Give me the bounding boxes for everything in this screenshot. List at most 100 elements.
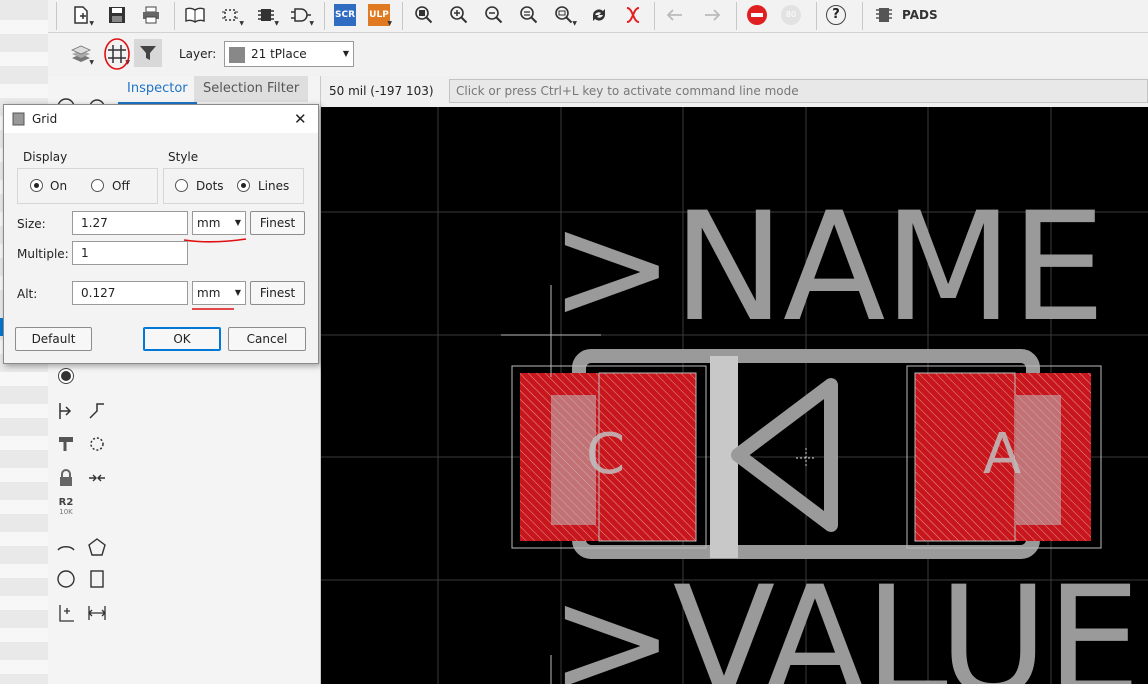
smd-tool-icon[interactable] xyxy=(55,365,77,387)
layer-select[interactable]: 21 tPlace ▼ xyxy=(224,41,354,67)
schematic-switch-icon[interactable]: ▼ xyxy=(218,2,244,28)
layer-swatch xyxy=(229,46,245,63)
redo-icon[interactable] xyxy=(698,2,724,28)
display-off-label: Off xyxy=(112,179,130,193)
display-group-label: Display xyxy=(23,150,68,164)
dialog-app-icon xyxy=(12,112,25,126)
alt-unit-arrow-icon: ▼ xyxy=(234,288,241,297)
via-tool-icon[interactable] xyxy=(86,433,108,455)
footprint-canvas[interactable]: >NAME >VALUE C A xyxy=(321,107,1148,684)
display-off-radio[interactable] xyxy=(91,179,104,192)
script-button[interactable]: SCR xyxy=(332,2,358,28)
style-dots-label: Dots xyxy=(196,179,224,193)
redraw-icon[interactable] xyxy=(586,2,612,28)
zoom-fit-icon[interactable] xyxy=(411,2,437,28)
grid-highlight-annotation xyxy=(104,38,130,70)
zoom-out-icon[interactable] xyxy=(481,2,507,28)
layer-dropdown-arrow-icon: ▼ xyxy=(342,49,349,58)
name-value-tool[interactable]: R2 10K xyxy=(55,496,77,518)
default-button[interactable]: Default xyxy=(15,327,92,351)
undo-icon[interactable] xyxy=(663,2,689,28)
display-on-label: On xyxy=(50,179,68,193)
alt-finest-button[interactable]: Finest xyxy=(250,281,305,305)
grid-coordinate-readout: 50 mil (-197 103) xyxy=(329,84,434,98)
tab-inspector[interactable]: Inspector xyxy=(118,76,197,104)
ratsnest-icon[interactable] xyxy=(620,2,646,28)
size-unit-arrow-icon: ▼ xyxy=(234,218,241,227)
ulp-button[interactable]: ULP ▼ xyxy=(366,2,392,28)
filter-icon[interactable] xyxy=(134,39,162,67)
size-unit-select[interactable]: mm ▼ xyxy=(192,211,246,235)
secondary-toolbar: ▼ ▼ Layer: 21 tPlace ▼ xyxy=(48,33,1148,77)
size-input[interactable]: 1.27 xyxy=(72,211,188,235)
size-unit-annotation xyxy=(183,238,247,243)
zoom-previous-icon[interactable] xyxy=(516,2,542,28)
name-placeholder-text: >NAME xyxy=(549,181,1106,355)
grid-dialog: Grid ✕ Display On Off Style Dots Lines S… xyxy=(3,104,319,364)
zoom-in-icon[interactable] xyxy=(446,2,472,28)
save-icon[interactable] xyxy=(104,2,130,28)
size-unit-value: mm xyxy=(197,216,221,230)
ok-button[interactable]: OK xyxy=(143,327,221,351)
alt-unit-annotation xyxy=(192,308,234,310)
library-book-icon[interactable] xyxy=(182,2,208,28)
lock-tool-icon[interactable] xyxy=(55,467,77,489)
pads-icon xyxy=(876,8,892,22)
style-dots-radio[interactable] xyxy=(175,179,188,192)
style-group: Dots Lines xyxy=(163,168,304,204)
print-icon[interactable] xyxy=(138,2,164,28)
layer-label: Layer: xyxy=(179,47,217,61)
help-icon[interactable]: ? xyxy=(823,2,849,28)
main-toolbar: ▼ ▼ ▼ ▼ SCR ULP ▼ ▼ 80 ? PADS xyxy=(48,0,1148,33)
r2-label: R2 xyxy=(58,497,74,508)
layer-settings-icon[interactable]: ▼ xyxy=(68,41,94,67)
mark-tool-icon[interactable] xyxy=(55,602,77,624)
scr-label: SCR xyxy=(334,4,356,26)
tab-selection-filter[interactable]: Selection Filter xyxy=(194,76,309,102)
help-glyph: ? xyxy=(826,5,846,25)
circle-tool-icon[interactable] xyxy=(55,568,77,590)
dimension-tool-icon[interactable] xyxy=(86,602,108,624)
new-file-icon[interactable]: ▼ xyxy=(68,2,94,28)
rectangle-tool-icon[interactable] xyxy=(86,568,108,590)
multiple-input[interactable]: 1 xyxy=(72,241,188,265)
pad-c-label: C xyxy=(586,422,626,487)
pads-button[interactable]: PADS xyxy=(874,2,944,28)
r2-sub: 10K xyxy=(59,508,73,516)
alt-label: Alt: xyxy=(17,287,38,301)
display-on-radio[interactable] xyxy=(30,179,43,192)
zoom-select-icon[interactable]: ▼ xyxy=(551,2,577,28)
chip-icon[interactable]: ▼ xyxy=(253,2,279,28)
style-lines-radio[interactable] xyxy=(237,179,250,192)
close-icon[interactable]: ✕ xyxy=(294,110,307,128)
pad-a-label: A xyxy=(983,422,1022,487)
size-finest-button[interactable]: Finest xyxy=(250,211,305,235)
value-placeholder-text: >VALUE xyxy=(549,555,1141,684)
multiple-label: Multiple: xyxy=(17,247,69,261)
stop-icon[interactable] xyxy=(744,2,770,28)
paint-tool-icon[interactable] xyxy=(55,433,77,455)
dialog-title: Grid xyxy=(32,112,58,126)
dialog-titlebar[interactable]: Grid ✕ xyxy=(4,105,318,133)
display-group: On Off xyxy=(17,168,158,204)
alt-unit-value: mm xyxy=(197,286,221,300)
go-badge: 80 xyxy=(781,5,801,25)
alt-input[interactable]: 0.127 xyxy=(72,281,188,305)
polygon-tool-icon[interactable] xyxy=(86,536,108,558)
command-line-input[interactable]: Click or press Ctrl+L key to activate co… xyxy=(449,79,1148,103)
gate-icon[interactable]: ▼ xyxy=(288,2,314,28)
line-tool-icon[interactable] xyxy=(86,400,108,422)
size-label: Size: xyxy=(17,217,46,231)
go-icon[interactable]: 80 xyxy=(778,2,804,28)
arc-tool-icon[interactable] xyxy=(55,536,77,558)
pin-tool-icon[interactable] xyxy=(55,400,77,422)
style-lines-label: Lines xyxy=(258,179,290,193)
coordinate-command-bar: 50 mil (-197 103) Click or press Ctrl+L … xyxy=(321,76,1148,106)
pads-label: PADS xyxy=(902,8,938,22)
split-tool-icon[interactable] xyxy=(86,467,108,489)
layer-value: 21 tPlace xyxy=(251,47,307,61)
diode-triangle xyxy=(731,378,838,532)
alt-unit-select[interactable]: mm ▼ xyxy=(192,281,246,305)
cancel-button[interactable]: Cancel xyxy=(228,327,306,351)
style-group-label: Style xyxy=(168,150,199,164)
